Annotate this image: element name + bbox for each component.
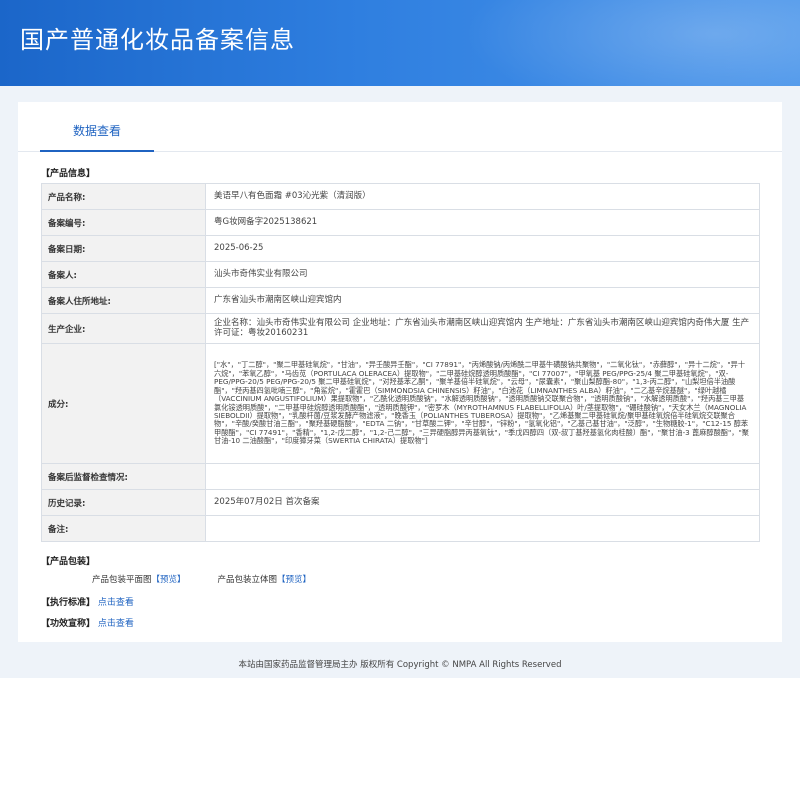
- row-value: 美语早八有色面霜 #03沁光紫（清润版）: [205, 183, 760, 210]
- table-row: 产品名称: 美语早八有色面霜 #03沁光紫（清润版）: [41, 183, 760, 210]
- table-row: 备案日期: 2025-06-25: [41, 235, 760, 262]
- row-value: 广东省汕头市潮南区峡山迎宾馆内: [205, 287, 760, 314]
- packaging-section-title: 【产品包装】: [41, 557, 96, 567]
- row-label: 备案日期:: [41, 235, 206, 262]
- row-label: 成分:: [41, 343, 206, 464]
- efficacy-section: 【功效宣称】 点击查看: [18, 608, 782, 629]
- page-header: 国产普通化妆品备案信息: [0, 0, 800, 86]
- product-info-section-title: 【产品信息】: [41, 169, 96, 179]
- blank-area: [0, 678, 800, 800]
- table-row: 生产企业: 企业名称：汕头市奇伟实业有限公司 企业地址：广东省汕头市潮南区峡山迎…: [41, 313, 760, 344]
- row-label: 备案人:: [41, 261, 206, 288]
- content-panel: 数据查看 【产品信息】 产品名称: 美语早八有色面霜 #03沁光紫（清润版） 备…: [18, 102, 782, 642]
- product-info-table: 产品名称: 美语早八有色面霜 #03沁光紫（清润版） 备案编号: 粤G妆网备字2…: [41, 183, 760, 542]
- efficacy-section-title: 【功效宣称】: [41, 619, 96, 629]
- page-title: 国产普通化妆品备案信息: [20, 26, 295, 54]
- row-label: 备注:: [41, 515, 206, 542]
- row-value: 企业名称：汕头市奇伟实业有限公司 企业地址：广东省汕头市潮南区峡山迎宾馆内 生产…: [205, 313, 760, 344]
- flat-image-label: 产品包装平面图: [92, 575, 152, 585]
- standard-view-link[interactable]: 点击查看: [98, 598, 134, 608]
- row-label: 历史记录:: [41, 489, 206, 516]
- table-row: 备案人住所地址: 广东省汕头市潮南区峡山迎宾馆内: [41, 287, 760, 314]
- standard-section: 【执行标准】 点击查看: [18, 585, 782, 608]
- 3d-image-label: 产品包装立体图: [217, 575, 278, 585]
- tab-bar: 数据查看: [18, 118, 782, 152]
- row-label: 备案编号:: [41, 209, 206, 236]
- table-row: 备案人: 汕头市奇伟实业有限公司: [41, 261, 760, 288]
- row-label: 备案后监督检查情况:: [41, 463, 206, 490]
- efficacy-view-link[interactable]: 点击查看: [98, 619, 134, 629]
- table-row: 备注:: [41, 515, 760, 542]
- page-footer: 本站由国家药品监督管理局主办 版权所有 Copyright © NMPA All…: [0, 656, 800, 678]
- packaging-section: 【产品包装】: [18, 542, 782, 567]
- row-value: 汕头市奇伟实业有限公司: [205, 261, 760, 288]
- flat-image-preview-link[interactable]: 【预览】: [152, 575, 186, 585]
- table-row: 成分: ["水"，"丁二醇"，"聚二甲基硅氧烷"，"甘油"，"异壬酸异壬酯"，"…: [41, 343, 760, 464]
- tab-data-view[interactable]: 数据查看: [40, 118, 154, 152]
- row-value: 粤G妆网备字2025138621: [205, 209, 760, 236]
- table-row: 备案后监督检查情况:: [41, 463, 760, 490]
- row-value: [205, 463, 760, 490]
- row-value: 2025-06-25: [205, 235, 760, 262]
- row-label: 生产企业:: [41, 313, 206, 344]
- 3d-image-preview-link[interactable]: 【预览】: [277, 575, 311, 585]
- ingredients-value: ["水"，"丁二醇"，"聚二甲基硅氧烷"，"甘油"，"异壬酸异壬酯"，"CI 7…: [205, 343, 760, 464]
- row-value: 2025年07月02日 首次备案: [205, 489, 760, 516]
- row-value: [205, 515, 760, 542]
- standard-section-title: 【执行标准】: [41, 598, 96, 608]
- table-row: 备案编号: 粤G妆网备字2025138621: [41, 209, 760, 236]
- row-label: 产品名称:: [41, 183, 206, 210]
- content-background: 数据查看 【产品信息】 产品名称: 美语早八有色面霜 #03沁光紫（清润版） 备…: [0, 86, 800, 678]
- row-label: 备案人住所地址:: [41, 287, 206, 314]
- table-row: 历史记录: 2025年07月02日 首次备案: [41, 489, 760, 516]
- footer-copyright: 本站由国家药品监督管理局主办 版权所有 Copyright © NMPA All…: [238, 660, 562, 670]
- packaging-row: 产品包装平面图【预览】 产品包装立体图【预览】: [18, 567, 782, 585]
